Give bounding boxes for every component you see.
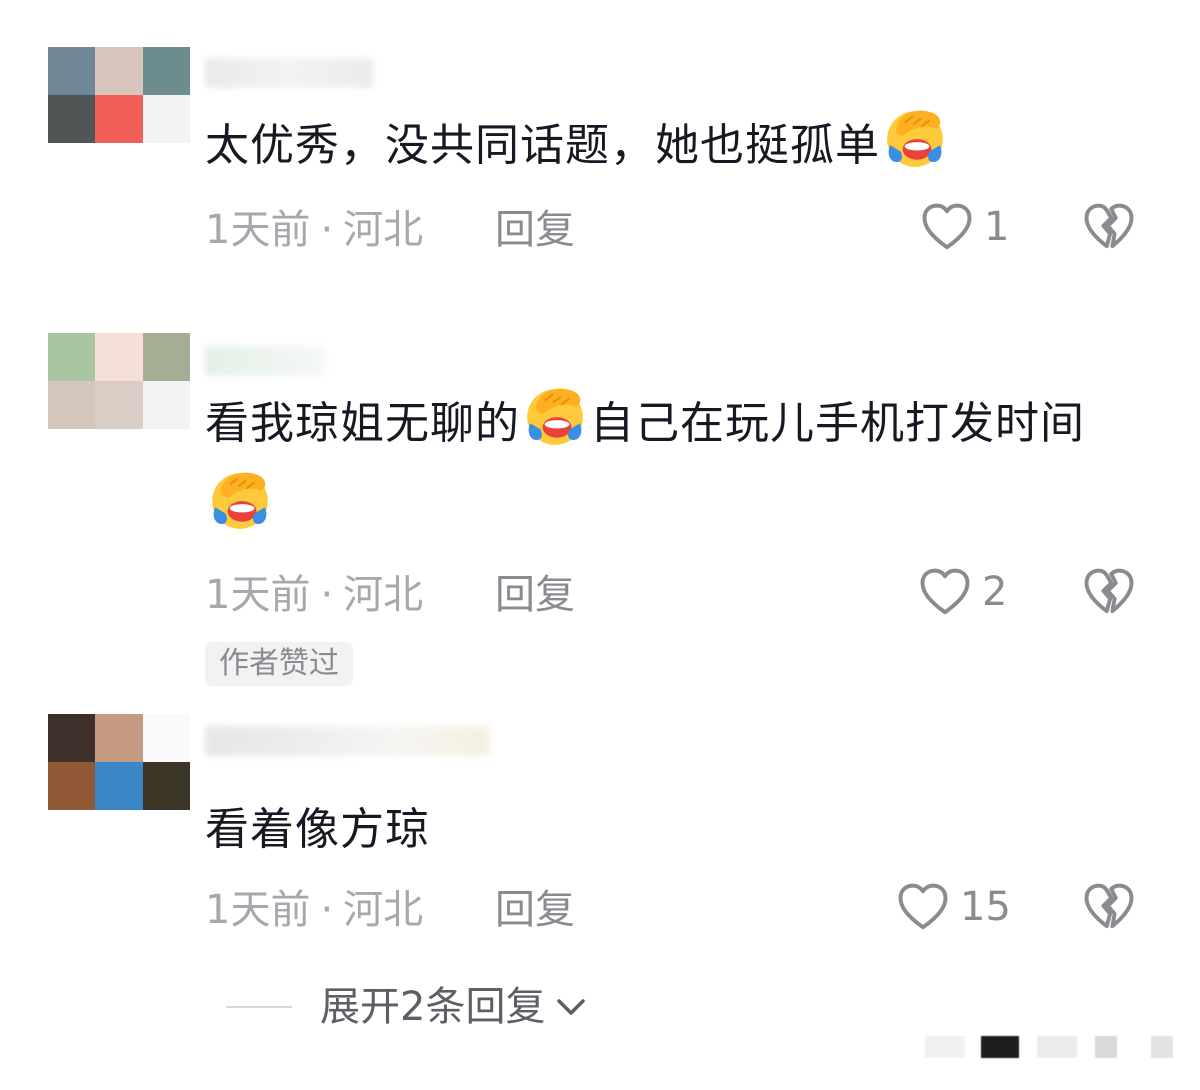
like-count: 1: [984, 204, 1010, 250]
reply-button[interactable]: 回复: [495, 570, 575, 620]
like-count: 15: [960, 884, 1011, 930]
comment-meta: 1天前 · 河北: [205, 570, 423, 620]
comment-text-body: 自己在玩儿手机打发时间: [590, 398, 1085, 449]
comment-meta: 1天前 · 河北: [205, 885, 423, 935]
expand-replies-label: 展开2条回复: [320, 984, 546, 1030]
broken-heart-icon[interactable]: [1082, 565, 1136, 619]
reply-button[interactable]: 回复: [495, 885, 575, 935]
comment-time: 1天前: [205, 207, 311, 253]
username[interactable]: [205, 346, 325, 376]
username[interactable]: [205, 726, 490, 756]
username[interactable]: [205, 58, 373, 88]
comment-text: 看着像方琼: [205, 788, 1145, 872]
comment-text-body: 看我琼姐无聊的: [205, 398, 520, 449]
like-button[interactable]: 2: [918, 565, 1007, 619]
comment-text: 看我琼姐无聊的 自己在玩儿手机打发时间: [205, 382, 1145, 550]
like-button[interactable]: 1: [920, 200, 1009, 254]
chevron-down-icon: [557, 999, 586, 1015]
comment-location: 河北: [343, 572, 424, 618]
comment-text-body: 太优秀，没共同话题，她也挺孤单: [205, 120, 880, 171]
avatar[interactable]: [48, 333, 190, 429]
author-liked-badge: 作者赞过: [205, 642, 353, 686]
heart-icon: [918, 565, 972, 619]
face-palm-crying-emoji-icon: [207, 466, 273, 532]
comment-text: 太优秀，没共同话题，她也挺孤单: [205, 104, 1145, 188]
avatar[interactable]: [48, 714, 190, 810]
divider: [226, 1006, 292, 1008]
meta-separator: ·: [320, 572, 334, 618]
watermark: [925, 1036, 1175, 1058]
heart-icon: [896, 880, 950, 934]
comment-time: 1天前: [205, 572, 311, 618]
avatar[interactable]: [48, 47, 190, 143]
broken-heart-icon[interactable]: [1082, 880, 1136, 934]
meta-separator: ·: [320, 887, 334, 933]
face-palm-crying-emoji-icon: [522, 382, 588, 448]
comment-location: 河北: [343, 207, 424, 253]
meta-separator: ·: [320, 207, 334, 253]
comment-text-body: 看着像方琼: [205, 804, 430, 855]
comment-time: 1天前: [205, 887, 311, 933]
like-button[interactable]: 15: [896, 880, 1011, 934]
reply-button[interactable]: 回复: [495, 205, 575, 255]
expand-replies-button[interactable]: 展开2条回复: [226, 980, 591, 1034]
face-palm-crying-emoji-icon: [882, 104, 948, 170]
like-count: 2: [982, 569, 1008, 615]
comment-location: 河北: [343, 887, 424, 933]
heart-icon: [920, 200, 974, 254]
comment-meta: 1天前 · 河北: [205, 205, 423, 255]
broken-heart-icon[interactable]: [1082, 200, 1136, 254]
